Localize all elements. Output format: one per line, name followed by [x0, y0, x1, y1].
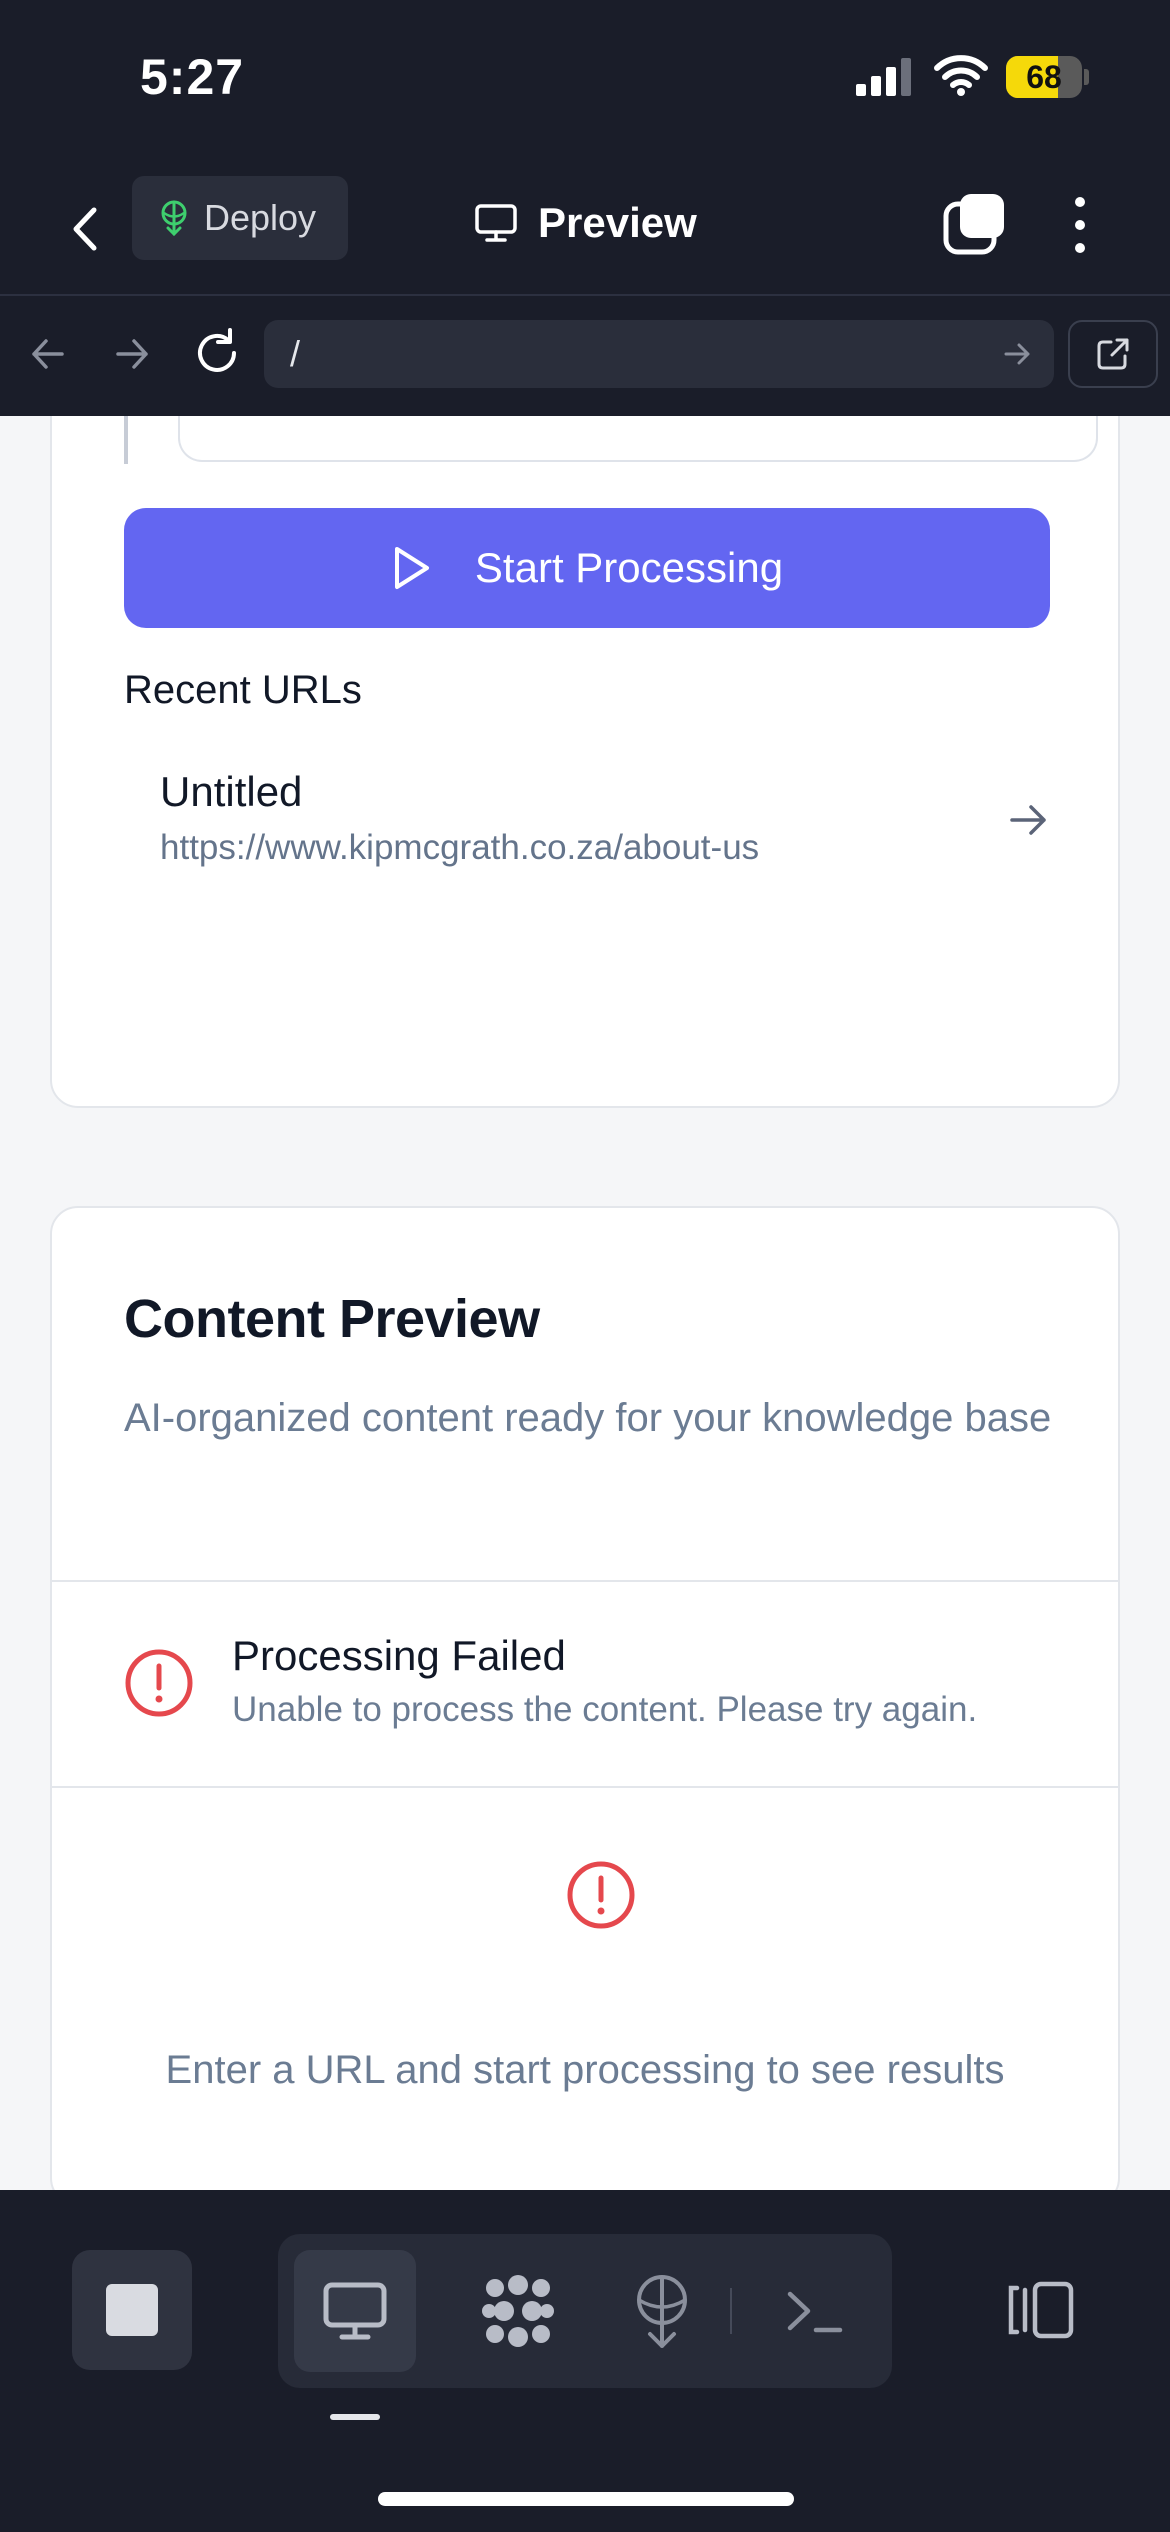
content-preview-description: AI-organized content ready for your know… — [124, 1396, 1052, 1440]
alert-circle-icon — [125, 1649, 193, 1717]
alert-circle-icon — [567, 1861, 635, 1929]
page-content[interactable]: Start Processing Recent URLs Untitled ht… — [0, 416, 1170, 2190]
scroll-remnant-bar — [124, 416, 128, 464]
apps-icon — [482, 2275, 554, 2347]
play-icon — [394, 547, 429, 589]
apps-tool-button[interactable] — [458, 2250, 578, 2372]
start-processing-button[interactable]: Start Processing — [124, 508, 1050, 628]
cellular-signal-icon — [856, 58, 911, 96]
battery-indicator: 68 — [1006, 56, 1089, 98]
wifi-icon — [934, 55, 988, 96]
url-input[interactable]: / — [264, 320, 1054, 388]
error-message: Unable to process the content. Please tr… — [232, 1690, 978, 1729]
back-icon — [73, 207, 97, 251]
terminal-icon — [787, 2291, 843, 2333]
open-external-button[interactable] — [1068, 320, 1158, 388]
status-time: 5:27 — [140, 49, 245, 105]
url-input-card: Start Processing Recent URLs Untitled ht… — [50, 416, 1120, 1108]
start-processing-label: Start Processing — [474, 544, 784, 591]
battery-percent: 68 — [1026, 59, 1062, 95]
home-indicator[interactable] — [378, 2492, 794, 2506]
empty-state-text: Enter a URL and start processing to see … — [165, 2048, 1005, 2092]
page-title: Preview — [538, 199, 697, 246]
terminal-tool-button[interactable] — [754, 2250, 874, 2372]
divider — [52, 1580, 1118, 1582]
deploy-tool-button[interactable] — [602, 2250, 722, 2372]
divider — [52, 1786, 1118, 1788]
deploy-icon — [637, 2275, 687, 2348]
tabs-icon[interactable] — [940, 190, 1010, 260]
back-button[interactable] — [60, 194, 110, 264]
browser-bar: / — [0, 296, 1170, 416]
arrow-left-icon[interactable] — [22, 328, 74, 380]
panel-icon — [1008, 2281, 1074, 2339]
recent-url-title: Untitled — [160, 768, 303, 815]
bottom-toolbar — [0, 2190, 1170, 2532]
content-preview-card: Content Preview AI-organized content rea… — [50, 1206, 1120, 2190]
url-textarea[interactable] — [178, 416, 1098, 462]
stop-button[interactable] — [72, 2250, 192, 2370]
url-text: / — [290, 333, 301, 374]
arrow-right-icon[interactable] — [1006, 798, 1050, 842]
tool-separator — [730, 2288, 732, 2334]
arrow-right-icon[interactable] — [1000, 337, 1034, 371]
panel-toggle-button[interactable] — [990, 2250, 1090, 2370]
preview-tool-button[interactable] — [294, 2250, 416, 2372]
content-preview-heading: Content Preview — [124, 1289, 540, 1349]
deploy-button[interactable]: Deploy — [132, 176, 348, 260]
more-icon[interactable] — [1060, 190, 1100, 260]
recent-url-item[interactable]: Untitled https://www.kipmcgrath.co.za/ab… — [124, 768, 1050, 908]
status-bar: 5:27 68 — [0, 0, 1170, 160]
error-title: Processing Failed — [232, 1632, 566, 1679]
top-nav: Deploy Preview — [0, 160, 1170, 296]
deploy-icon — [161, 200, 187, 236]
monitor-icon — [475, 204, 517, 242]
recent-url-link: https://www.kipmcgrath.co.za/about-us — [160, 828, 760, 867]
tool-switcher — [278, 2234, 892, 2388]
deploy-label: Deploy — [204, 197, 317, 238]
monitor-icon — [323, 2282, 387, 2340]
recent-urls-heading: Recent URLs — [124, 668, 362, 712]
open-external-icon — [1097, 338, 1129, 370]
arrow-right-icon[interactable] — [106, 328, 158, 380]
stop-icon — [106, 2284, 158, 2336]
preview-tab-title: Preview — [474, 188, 697, 258]
active-tool-indicator — [330, 2414, 380, 2420]
reload-icon[interactable] — [190, 326, 244, 380]
